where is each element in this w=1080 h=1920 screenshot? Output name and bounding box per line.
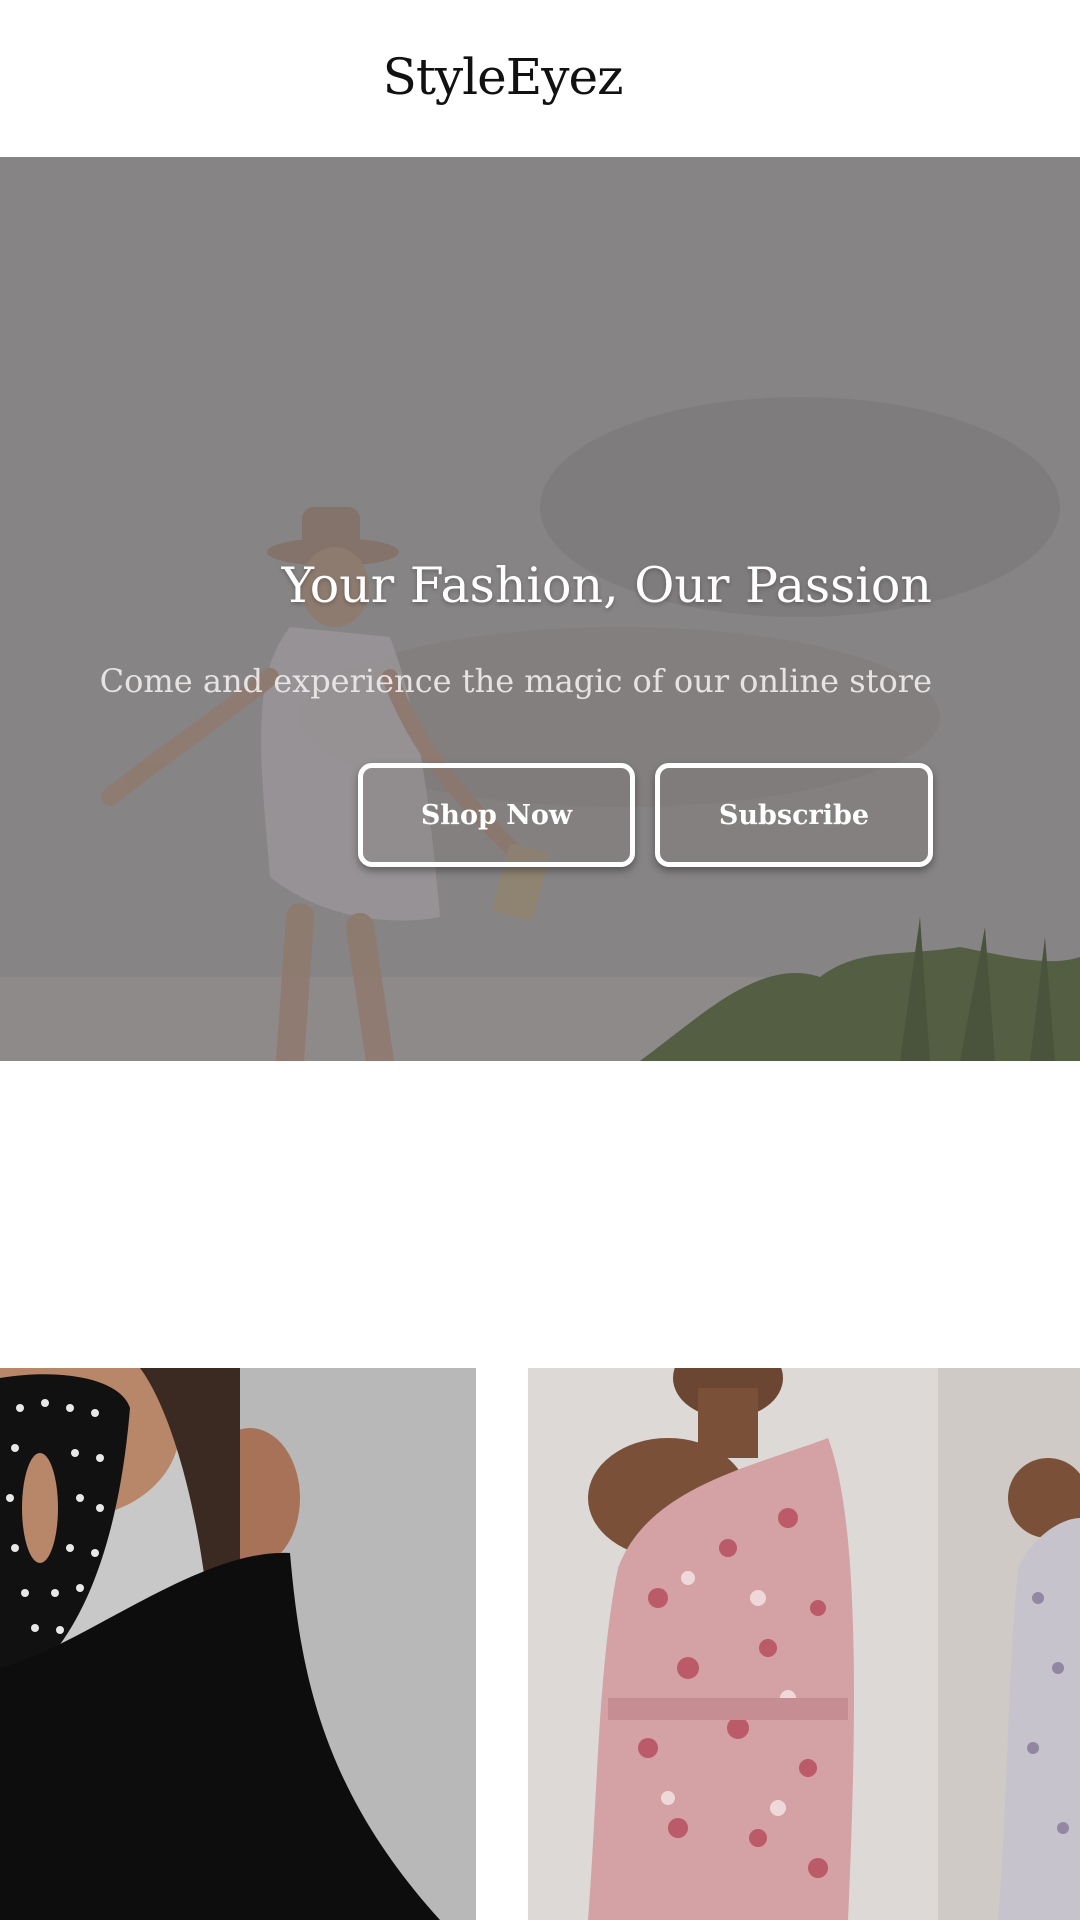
product-card[interactable]: [0, 1368, 476, 1920]
product-grid: [0, 1368, 1080, 1920]
product-image: [528, 1368, 1080, 1920]
shop-now-button[interactable]: Shop Now: [358, 763, 635, 867]
product-card[interactable]: [528, 1368, 1080, 1920]
subscribe-button[interactable]: Subscribe: [655, 763, 933, 867]
product-image: [0, 1368, 476, 1920]
hero-subtitle: Come and experience the magic of our onl…: [99, 662, 932, 700]
hero-title: Your Fashion, Our Passion: [281, 557, 932, 614]
site-header: StyleEyez: [0, 0, 1080, 157]
site-logo[interactable]: StyleEyez: [0, 48, 1005, 106]
hero-banner: Your Fashion, Our Passion Come and exper…: [0, 157, 1080, 1061]
